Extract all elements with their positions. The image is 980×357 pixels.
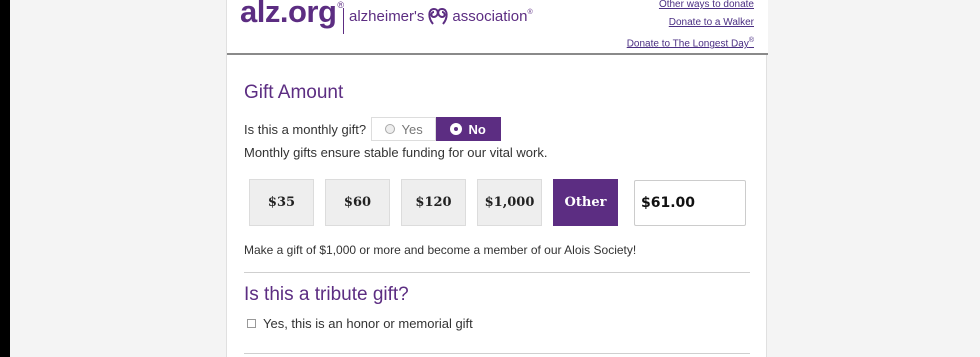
- logo-sub-registered-mark: ®: [527, 8, 533, 16]
- association-mark-icon: [428, 7, 449, 25]
- left-edge: [0, 0, 10, 357]
- logo-sub-right: association: [452, 7, 528, 25]
- no-radio-icon: [451, 124, 462, 134]
- donate-longest-day-label: Donate to The Longest Day: [626, 38, 749, 50]
- section-divider: [244, 272, 750, 273]
- site-header: alz.org ® alzheimer's association ® Othe…: [227, 0, 768, 55]
- tribute-checkbox[interactable]: [247, 319, 256, 328]
- monthly-yes-option[interactable]: Yes: [371, 117, 437, 141]
- amount-120-button[interactable]: $120: [401, 179, 466, 226]
- tribute-title: Is this a tribute gift?: [244, 284, 409, 305]
- alz-logo[interactable]: alz.org ®: [240, 0, 344, 30]
- monthly-question-label: Is this a monthly gift?: [244, 121, 367, 137]
- logo-sub-left: alzheimer's: [349, 7, 425, 25]
- donate-walker-link[interactable]: Donate to a Walker: [627, 14, 754, 32]
- other-ways-link[interactable]: Other ways to donate: [627, 0, 754, 14]
- donate-longest-day-link[interactable]: Donate to The Longest Day®: [627, 32, 754, 53]
- amount-1000-button[interactable]: $1,000: [477, 179, 542, 226]
- tribute-checkbox-row[interactable]: Yes, this is an honor or memorial gift: [247, 316, 473, 331]
- tribute-checkbox-label: Yes, this is an honor or memorial gift: [263, 316, 473, 331]
- amount-60-button[interactable]: $60: [325, 179, 390, 226]
- monthly-toggle: Yes No: [371, 117, 502, 141]
- header-links: Other ways to donate Donate to a Walker …: [627, 0, 754, 53]
- monthly-note: Monthly gifts ensure stable funding for …: [244, 145, 548, 160]
- amount-options: $35 $60 $120 $1,000 Other: [249, 179, 629, 226]
- logo-text: alz.org: [240, 0, 337, 29]
- donation-form-page: alz.org ® alzheimer's association ® Othe…: [226, 0, 768, 357]
- yes-radio-icon: [384, 124, 395, 134]
- no-label: No: [468, 121, 486, 137]
- gift-amount-title: Gift Amount: [244, 82, 344, 103]
- logo-divider: [343, 8, 344, 34]
- amount-other-button[interactable]: Other: [553, 179, 618, 226]
- amount-35-button[interactable]: $35: [249, 179, 314, 226]
- yes-label: Yes: [401, 121, 423, 137]
- alois-society-note: Make a gift of $1,000 or more and become…: [244, 243, 637, 257]
- monthly-no-option[interactable]: No: [436, 117, 502, 141]
- monthly-question-row: Is this a monthly gift? Yes No: [244, 117, 502, 141]
- longest-day-registered-mark: ®: [748, 37, 754, 44]
- alzheimers-association-logo: alzheimer's association ®: [349, 6, 533, 26]
- bottom-divider: [244, 353, 750, 354]
- other-amount-input[interactable]: [634, 180, 746, 226]
